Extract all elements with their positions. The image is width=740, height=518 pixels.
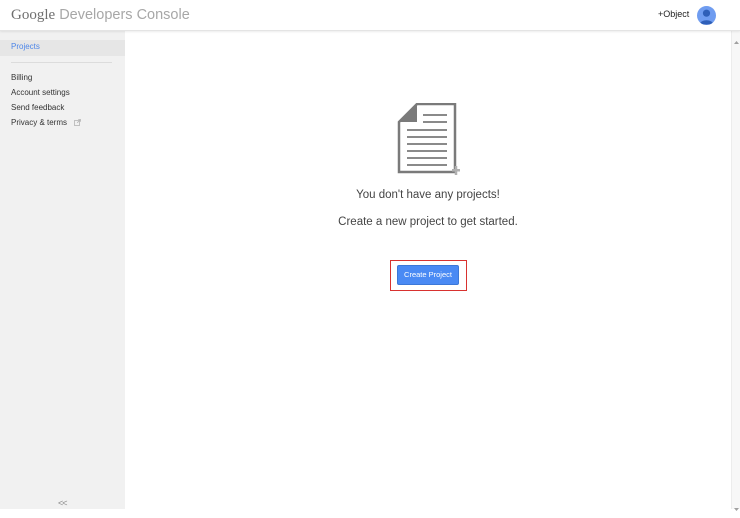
- sidebar-divider: [11, 62, 112, 63]
- sidebar-item-privacy-terms[interactable]: Privacy & terms: [11, 118, 82, 128]
- sidebar-item-projects[interactable]: Projects: [11, 42, 40, 51]
- app-logo[interactable]: Google Developers Console: [11, 6, 190, 24]
- plus-profile-link[interactable]: +Object: [658, 9, 689, 19]
- sidebar-item-send-feedback[interactable]: Send feedback: [11, 103, 64, 112]
- scroll-up-arrow-icon[interactable]: [733, 33, 740, 44]
- top-header: Google Developers Console +Object: [0, 0, 740, 31]
- user-avatar-icon[interactable]: [697, 6, 716, 25]
- scroll-down-arrow-icon[interactable]: [733, 500, 740, 511]
- brand-google-text: Google: [11, 7, 56, 23]
- sidebar-item-label: Privacy & terms: [11, 118, 68, 127]
- brand-product-text: Developers Console: [59, 7, 190, 23]
- sidebar-item-account-settings[interactable]: Account settings: [11, 88, 70, 97]
- external-link-icon: [74, 119, 82, 128]
- empty-state-title: You don't have any projects!: [356, 189, 500, 201]
- collapse-sidebar-button[interactable]: <<: [58, 498, 67, 508]
- main-content: You don't have any projects! Create a ne…: [125, 31, 731, 509]
- create-project-button[interactable]: Create Project: [397, 265, 459, 285]
- empty-state-subtitle: Create a new project to get started.: [338, 216, 518, 228]
- vertical-scrollbar[interactable]: [731, 31, 740, 511]
- document-add-icon: [397, 102, 461, 188]
- sidebar-item-billing[interactable]: Billing: [11, 73, 32, 82]
- sidebar: Projects Billing Account settings Send f…: [0, 31, 125, 509]
